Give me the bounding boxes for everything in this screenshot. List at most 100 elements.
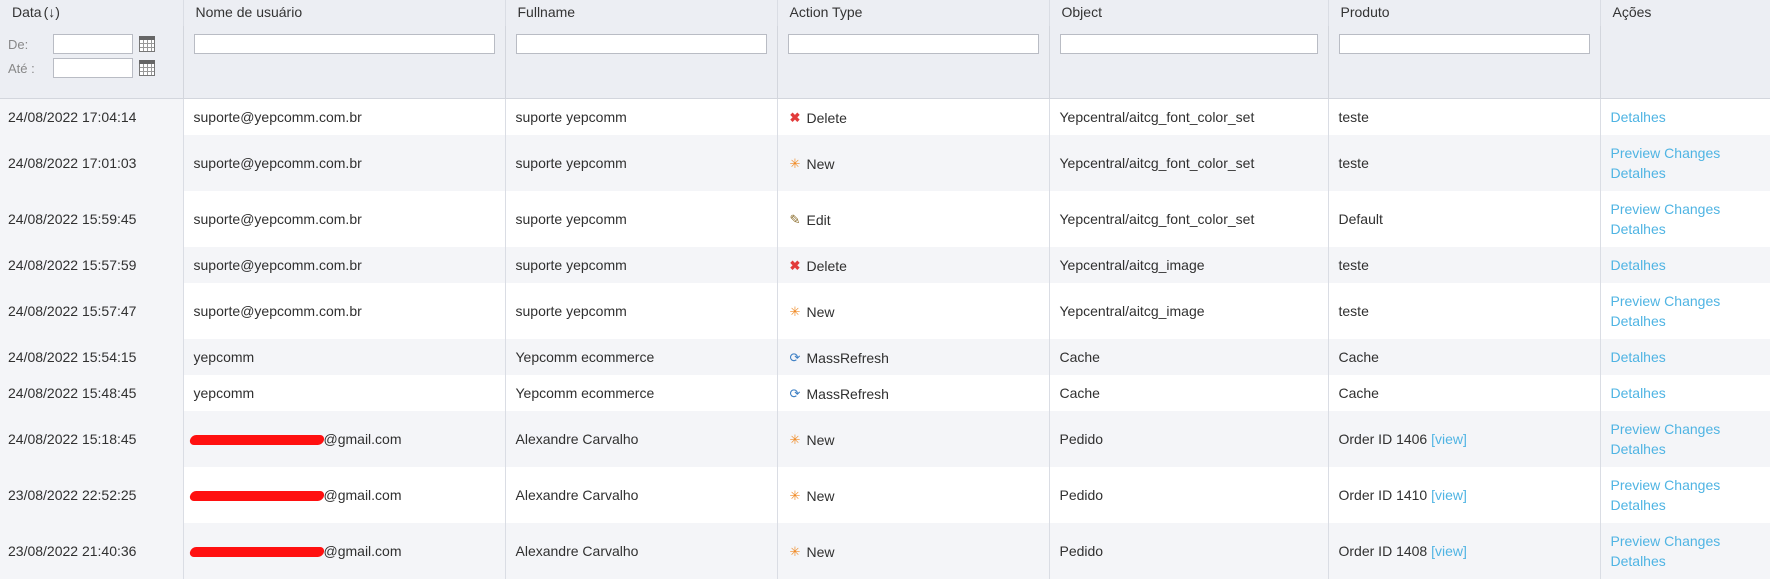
detalhes-link[interactable]: Detalhes <box>1611 257 1666 273</box>
row-produto: Order ID 1406 <box>1338 431 1428 447</box>
row-action-type: Delete <box>806 109 847 126</box>
row-action-type: New <box>806 431 835 448</box>
preview-changes-link[interactable]: Preview Changes <box>1611 477 1721 493</box>
detalhes-link[interactable]: Detalhes <box>1611 109 1666 125</box>
redaction-mark <box>194 433 324 447</box>
detalhes-link[interactable]: Detalhes <box>1611 497 1666 513</box>
row-fullname: suporte yepcomm <box>515 109 627 125</box>
row-date-cell: 24/08/2022 15:54:15 <box>0 339 183 375</box>
detalhes-link[interactable]: Detalhes <box>1611 441 1666 457</box>
preview-changes-link[interactable]: Preview Changes <box>1611 145 1721 161</box>
filter-action-type-input[interactable] <box>787 34 1039 54</box>
view-order-link[interactable]: [view] <box>1431 431 1467 447</box>
row-action-type: MassRefresh <box>806 385 889 402</box>
row-username: @gmail.com <box>323 430 402 447</box>
table-row: 24/08/2022 15:57:47 suporte@yepcomm.com.b… <box>0 283 1770 339</box>
row-username: suporte@yepcomm.com.br <box>193 109 362 125</box>
row-object: Yepcentral/aitcg_font_color_set <box>1059 211 1255 227</box>
row-object-cell: Cache <box>1048 339 1328 375</box>
filter-username-input[interactable] <box>193 34 495 54</box>
row-produto-cell: teste <box>1327 98 1600 135</box>
calendar-icon[interactable] <box>139 60 155 76</box>
calendar-icon[interactable] <box>139 36 155 52</box>
column-header-data[interactable]: Data (↓) <box>0 0 183 26</box>
preview-changes-link[interactable]: Preview Changes <box>1611 421 1721 437</box>
row-username-cell: @gmail.com <box>182 411 505 467</box>
filter-fullname-input[interactable] <box>515 34 767 54</box>
row-username: suporte@yepcomm.com.br <box>193 211 362 227</box>
row-actions-cell: Detalhes <box>1599 98 1770 135</box>
row-username: suporte@yepcomm.com.br <box>193 257 362 273</box>
row-fullname: suporte yepcomm <box>515 303 627 319</box>
column-header-fullname[interactable]: Fullname <box>504 0 777 26</box>
filter-object-cell <box>1048 26 1328 99</box>
row-username-cell: suporte@yepcomm.com.br <box>182 191 505 247</box>
grid-body: 24/08/2022 17:04:14 suporte@yepcomm.com.b… <box>0 98 1770 579</box>
row-username: suporte@yepcomm.com.br <box>193 303 362 319</box>
row-username-cell: @gmail.com <box>182 467 505 523</box>
table-row: 24/08/2022 15:54:15 yepcomm Yepcomm ecomme… <box>0 339 1770 375</box>
date-from-input[interactable] <box>53 34 133 54</box>
action-log-grid: Data (↓) Nome de usuário Fullname Action … <box>0 0 1770 579</box>
filter-object-input[interactable] <box>1059 34 1318 54</box>
row-fullname-cell: Alexandre Carvalho <box>504 523 777 579</box>
column-header-produto[interactable]: Produto <box>1327 0 1600 26</box>
row-actions-cell: Detalhes <box>1599 339 1770 375</box>
column-header-action-type[interactable]: Action Type <box>776 0 1049 26</box>
column-header-username[interactable]: Nome de usuário <box>182 0 505 26</box>
row-actions-cell: Preview Changes Detalhes <box>1599 523 1770 579</box>
table-row: 23/08/2022 21:40:36 @gmail.com Alexandre C… <box>0 523 1770 579</box>
row-date-cell: 24/08/2022 17:04:14 <box>0 98 183 135</box>
table-row: 24/08/2022 17:04:14 suporte@yepcomm.com.b… <box>0 98 1770 135</box>
row-actions-cell: Detalhes <box>1599 247 1770 283</box>
row-actions-cell: Detalhes <box>1599 375 1770 411</box>
row-object: Yepcentral/aitcg_font_color_set <box>1059 155 1255 171</box>
row-object: Cache <box>1059 349 1100 365</box>
row-produto-cell: Cache <box>1327 339 1600 375</box>
row-fullname: suporte yepcomm <box>515 257 627 273</box>
detalhes-link[interactable]: Detalhes <box>1611 349 1666 365</box>
sort-desc-icon[interactable]: (↓) <box>44 0 60 24</box>
view-order-link[interactable]: [view] <box>1431 543 1467 559</box>
row-date: 23/08/2022 22:52:25 <box>8 487 137 503</box>
row-action-cell: ⟳ MassRefresh <box>776 339 1049 375</box>
row-date: 24/08/2022 17:01:03 <box>8 155 137 171</box>
row-fullname-cell: Yepcomm ecommerce <box>504 339 777 375</box>
column-label-data: Data <box>12 4 42 20</box>
column-header-object[interactable]: Object <box>1048 0 1328 26</box>
delete-icon: ✖ <box>789 257 801 273</box>
new-icon: ✳ <box>789 155 801 171</box>
preview-changes-link[interactable]: Preview Changes <box>1611 293 1721 309</box>
preview-changes-link[interactable]: Preview Changes <box>1611 533 1721 549</box>
row-object-cell: Yepcentral/aitcg_image <box>1048 283 1328 339</box>
row-username-cell: suporte@yepcomm.com.br <box>182 135 505 191</box>
row-username-cell: yepcomm <box>182 375 505 411</box>
refresh-icon: ⟳ <box>789 349 801 365</box>
row-username: yepcomm <box>193 385 255 401</box>
row-fullname-cell: suporte yepcomm <box>504 191 777 247</box>
row-fullname: Yepcomm ecommerce <box>515 349 655 365</box>
row-date-cell: 23/08/2022 22:52:25 <box>0 467 183 523</box>
detalhes-link[interactable]: Detalhes <box>1611 385 1666 401</box>
detalhes-link[interactable]: Detalhes <box>1611 553 1666 569</box>
row-date-cell: 24/08/2022 17:01:03 <box>0 135 183 191</box>
detalhes-link[interactable]: Detalhes <box>1611 165 1666 181</box>
detalhes-link[interactable]: Detalhes <box>1611 313 1666 329</box>
row-action-cell: ✳ New <box>776 135 1049 191</box>
detalhes-link[interactable]: Detalhes <box>1611 221 1666 237</box>
row-fullname: suporte yepcomm <box>515 211 627 227</box>
filter-produto-input[interactable] <box>1338 34 1590 54</box>
row-fullname: suporte yepcomm <box>515 155 627 171</box>
row-produto-cell: Order ID 1406 [view] <box>1327 411 1600 467</box>
edit-icon: ✎ <box>789 211 801 227</box>
view-order-link[interactable]: [view] <box>1431 487 1467 503</box>
row-action-cell: ✖ Delete <box>776 247 1049 283</box>
row-username: suporte@yepcomm.com.br <box>193 155 362 171</box>
row-date-cell: 24/08/2022 15:57:47 <box>0 283 183 339</box>
row-action-type: New <box>806 303 835 320</box>
filter-username-cell <box>182 26 505 99</box>
date-to-input[interactable] <box>53 58 133 78</box>
row-produto: teste <box>1338 257 1369 273</box>
row-date-cell: 24/08/2022 15:59:45 <box>0 191 183 247</box>
preview-changes-link[interactable]: Preview Changes <box>1611 201 1721 217</box>
